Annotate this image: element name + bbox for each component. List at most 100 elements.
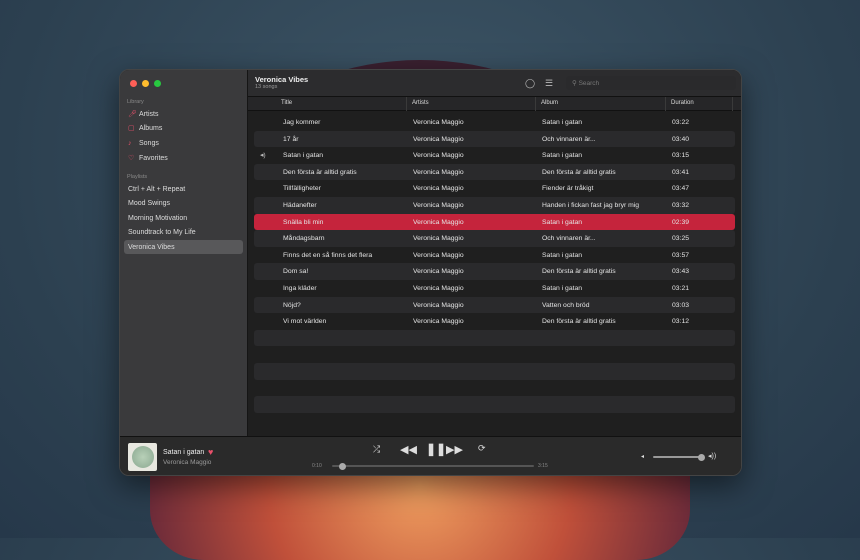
playlist-item[interactable]: Mood Swings <box>124 196 243 210</box>
song-duration: 03:32 <box>672 202 689 209</box>
minimize-button[interactable] <box>142 80 149 87</box>
music-window: Library 🎤︎Artists ▢Albums ♪Songs ♡Favori… <box>119 69 742 476</box>
table-row[interactable]: Finns det en så finns det fleraVeronica … <box>254 247 735 264</box>
song-title: Måndagsbarn <box>283 235 325 242</box>
now-playing-title: Satan i gatan <box>163 449 204 456</box>
total-time: 3:15 <box>538 463 548 469</box>
song-album: Den första är alltid gratis <box>542 268 616 275</box>
sidebar-item-favorites[interactable]: ♡Favorites <box>124 151 243 165</box>
column-album[interactable]: Album <box>535 97 558 111</box>
library-heading: Library <box>127 99 144 105</box>
empty-row <box>254 380 735 397</box>
table-row[interactable]: Måndagsbarn Veronica Maggio Och vinnaren ä… <box>254 230 735 247</box>
playlist-item[interactable]: Soundtrack to My Life <box>124 225 243 239</box>
song-duration: 03:03 <box>672 302 689 309</box>
sidebar-item-artists[interactable]: 🎤︎Artists <box>124 107 243 121</box>
empty-row <box>254 363 735 380</box>
song-album: Satan i gatan <box>542 119 582 126</box>
mic-icon: 🎤︎ <box>128 110 139 118</box>
pause-icon[interactable]: ❚❚ <box>426 442 446 456</box>
table-row[interactable]: Den första är alltid gratisVeronica Magg… <box>254 164 735 181</box>
song-duration: 03:40 <box>672 136 689 143</box>
forward-icon[interactable]: ▶▶ <box>446 443 463 456</box>
album-art <box>128 443 157 471</box>
column-duration[interactable]: Duration <box>665 97 694 111</box>
song-album: Den första är alltid gratis <box>542 169 616 176</box>
song-duration: 03:57 <box>672 252 689 259</box>
refresh-icon[interactable]: ◯ <box>525 78 535 89</box>
song-artist: Veronica Maggio <box>413 252 464 259</box>
column-artists[interactable]: Artists <box>406 97 429 111</box>
song-title: Inga kläder <box>283 285 317 292</box>
song-album: Och vinnaren är... <box>542 235 596 242</box>
table-row[interactable]: TillfälligheterVeronica MaggioFiender är… <box>254 180 735 197</box>
playlist-item-selected[interactable]: Veronica Vibes <box>124 240 243 254</box>
song-album: Fiender är tråkigt <box>542 185 593 192</box>
song-duration: 03:21 <box>672 285 689 292</box>
progress-slider[interactable] <box>332 465 534 467</box>
column-headers: Title Artists Album Duration <box>248 97 741 111</box>
repeat-icon[interactable]: ⟳ <box>478 443 486 454</box>
table-row[interactable]: ◂)Satan i gatanVeronica MaggioSatan i ga… <box>254 147 735 164</box>
playlist-item[interactable]: Morning Motivation <box>124 211 243 225</box>
rewind-icon[interactable]: ◀◀ <box>400 443 417 456</box>
song-artist: Veronica Maggio <box>413 119 464 126</box>
window-controls <box>130 80 161 87</box>
song-duration: 03:47 <box>672 185 689 192</box>
zoom-button[interactable] <box>154 80 161 87</box>
table-row[interactable]: Hädanefter Veronica Maggio Handen i fickan… <box>254 197 735 214</box>
song-duration: 03:25 <box>672 235 689 242</box>
empty-row <box>254 396 735 413</box>
song-count: 13 songs <box>255 84 277 90</box>
elapsed-time: 0:10 <box>312 463 322 469</box>
list-icon[interactable]: ☰ <box>545 78 553 89</box>
album-icon: ▢ <box>128 124 139 132</box>
song-title: Satan i gatan <box>283 152 323 159</box>
playlist-item[interactable]: Ctrl + Alt + Repeat <box>124 182 243 196</box>
song-album: Handen i fickan fast jag bryr mig <box>542 202 639 209</box>
song-artist: Veronica Maggio <box>413 185 464 192</box>
sidebar-item-songs[interactable]: ♪Songs <box>124 136 243 150</box>
speaker-icon: ◂) <box>260 151 266 159</box>
table-row[interactable]: Nöjd?Veronica MaggioVatten och bröd03:03 <box>254 297 735 314</box>
song-artist: Veronica Maggio <box>413 136 464 143</box>
song-title: Den första är alltid gratis <box>283 169 357 176</box>
song-album: Den första är alltid gratis <box>542 318 616 325</box>
empty-row <box>254 330 735 347</box>
shuffle-icon[interactable]: ⤮ <box>373 444 380 455</box>
toolbar: Veronica Vibes 13 songs ◯ ☰ ⚲ Search <box>248 70 741 97</box>
table-row[interactable]: Vi mot världenVeronica MaggioDen första … <box>254 313 735 330</box>
table-row[interactable]: 17 år Veronica Maggio Och vinnaren är... 03… <box>254 131 735 148</box>
close-button[interactable] <box>130 80 137 87</box>
song-artist: Veronica Maggio <box>413 302 464 309</box>
song-artist: Veronica Maggio <box>413 152 464 159</box>
song-duration: 03:15 <box>672 152 689 159</box>
song-title: Hädanefter <box>283 202 317 209</box>
progress-knob[interactable] <box>339 463 346 470</box>
search-icon: ⚲ <box>572 80 579 87</box>
column-title[interactable]: Title <box>276 97 292 111</box>
song-duration: 03:12 <box>672 318 689 325</box>
heart-icon[interactable]: ♥ <box>208 447 213 457</box>
song-album: Satan i gatan <box>542 252 582 259</box>
table-row[interactable]: Dom sa!Veronica MaggioDen första är allt… <box>254 263 735 280</box>
column-spacer <box>732 97 738 111</box>
playlists-heading: Playlists <box>127 174 147 180</box>
song-list-pane: Veronica Vibes 13 songs ◯ ☰ ⚲ Search Tit… <box>248 70 741 436</box>
song-title: Vi mot världen <box>283 318 326 325</box>
table-row[interactable]: Inga kläderVeronica MaggioSatan i gatan0… <box>254 280 735 297</box>
song-artist: Veronica Maggio <box>413 202 464 209</box>
search-input[interactable]: ⚲ Search <box>566 76 736 90</box>
song-title: 17 år <box>283 136 299 143</box>
volume-low-icon: ◂ <box>641 453 644 460</box>
sidebar: Library 🎤︎Artists ▢Albums ♪Songs ♡Favori… <box>120 70 248 436</box>
volume-slider[interactable] <box>653 456 703 458</box>
volume-high-icon: ◂)) <box>708 452 716 460</box>
sidebar-item-albums[interactable]: ▢Albums <box>124 121 243 135</box>
volume-knob[interactable] <box>698 454 705 461</box>
song-artist: Veronica Maggio <box>413 285 464 292</box>
song-artist: Veronica Maggio <box>413 235 464 242</box>
table-row[interactable]: Snälla bli minVeronica MaggioSatan i gat… <box>254 214 735 231</box>
table-row[interactable]: Jag kommerVeronica MaggioSatan i gatan03… <box>254 114 735 131</box>
song-album: Och vinnaren är... <box>542 136 596 143</box>
